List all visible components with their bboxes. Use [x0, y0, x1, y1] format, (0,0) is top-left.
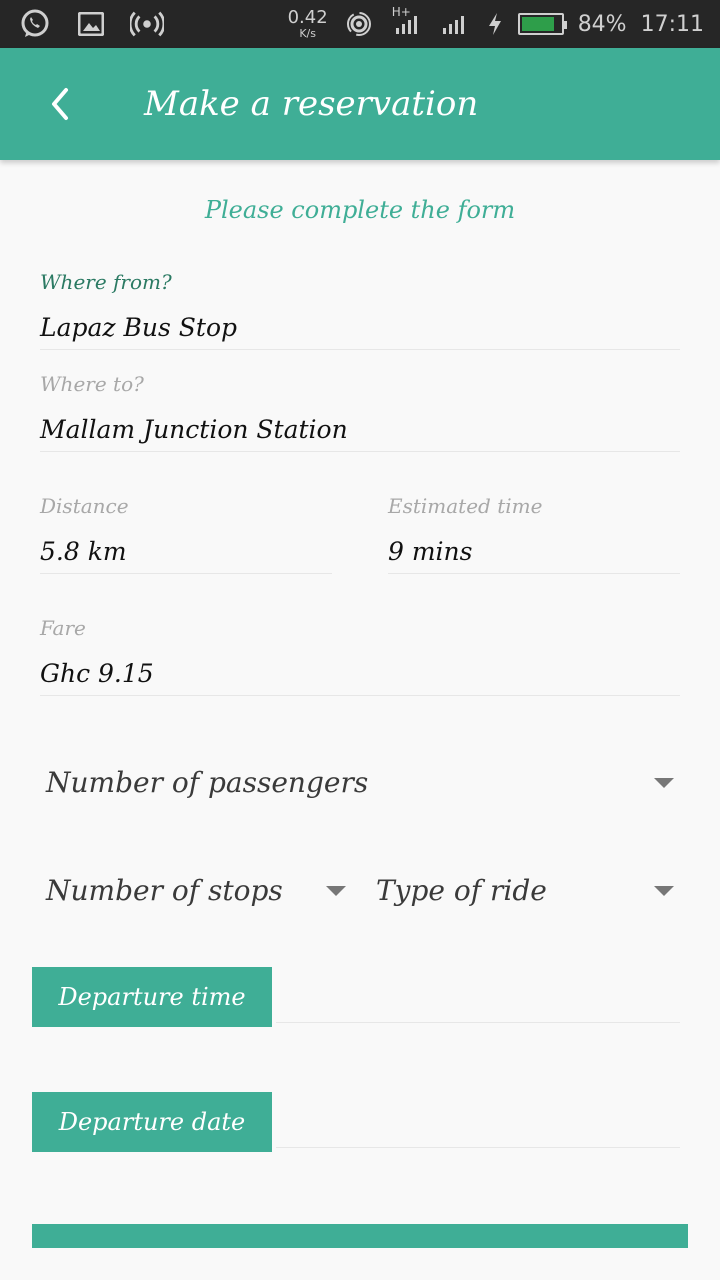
- where-from-field[interactable]: Where from? Lapaz Bus Stop: [40, 270, 680, 350]
- estimated-time-label: Estimated time: [388, 494, 543, 518]
- battery-percent: 84%: [577, 11, 627, 37]
- submit-button[interactable]: [32, 1224, 688, 1248]
- clock: 17:11: [640, 11, 704, 37]
- image-icon: [74, 8, 108, 40]
- where-from-input[interactable]: Lapaz Bus Stop: [40, 300, 680, 350]
- departure-date-field: [276, 1147, 680, 1148]
- battery-fill: [521, 17, 554, 31]
- speed-value: 0.42: [287, 7, 328, 28]
- estimated-time-field: Estimated time 9 mins: [388, 494, 680, 574]
- hotspot-icon: [130, 8, 164, 40]
- passengers-dropdown-label: Number of passengers: [46, 765, 369, 799]
- speed-unit: K/s: [299, 27, 316, 40]
- distance-field: Distance 5.8 km: [40, 494, 332, 574]
- back-button[interactable]: [38, 82, 82, 126]
- where-to-label: Where to?: [40, 372, 144, 396]
- estimated-time-value: 9 mins: [388, 524, 680, 574]
- signal-icon-2: [438, 8, 472, 40]
- fare-value: Ghc 9.15: [40, 646, 680, 696]
- battery-icon: [517, 13, 567, 35]
- dropdown-caret-icon: [654, 886, 674, 896]
- passengers-dropdown[interactable]: Number of passengers: [46, 752, 686, 812]
- ride-type-dropdown-label: Type of ride: [376, 873, 547, 907]
- page-title: Make a reservation: [144, 84, 479, 124]
- form-subtitle: Please complete the form: [204, 196, 516, 224]
- network-speed: 0.42 K/s: [287, 7, 328, 40]
- dropdown-caret-icon: [654, 778, 674, 788]
- whatsapp-icon: [18, 8, 52, 40]
- charging-icon: [486, 8, 504, 40]
- wifi-hotspot-icon: [342, 8, 376, 40]
- ride-type-dropdown[interactable]: Type of ride: [376, 860, 686, 920]
- distance-label: Distance: [40, 494, 129, 518]
- chevron-left-icon: [52, 88, 68, 120]
- network-type: H+: [391, 5, 411, 19]
- stops-dropdown[interactable]: Number of stops: [46, 860, 356, 920]
- signal-icon: H+: [390, 5, 424, 40]
- fare-field: Fare Ghc 9.15: [40, 616, 680, 696]
- where-to-field[interactable]: Where to? Mallam Junction Station: [40, 372, 680, 452]
- where-from-label: Where from?: [40, 270, 172, 294]
- status-bar: 0.42 K/s H+ 84% 17:11: [0, 0, 720, 48]
- departure-date-button[interactable]: Departure date: [32, 1092, 272, 1152]
- distance-value: 5.8 km: [40, 524, 332, 574]
- departure-time-button[interactable]: Departure time: [32, 967, 272, 1027]
- fare-label: Fare: [40, 616, 86, 640]
- stops-dropdown-label: Number of stops: [46, 873, 283, 907]
- app-bar: Make a reservation: [0, 48, 720, 160]
- dropdown-caret-icon: [326, 886, 346, 896]
- where-to-input[interactable]: Mallam Junction Station: [40, 402, 680, 452]
- departure-time-field: [276, 1022, 680, 1023]
